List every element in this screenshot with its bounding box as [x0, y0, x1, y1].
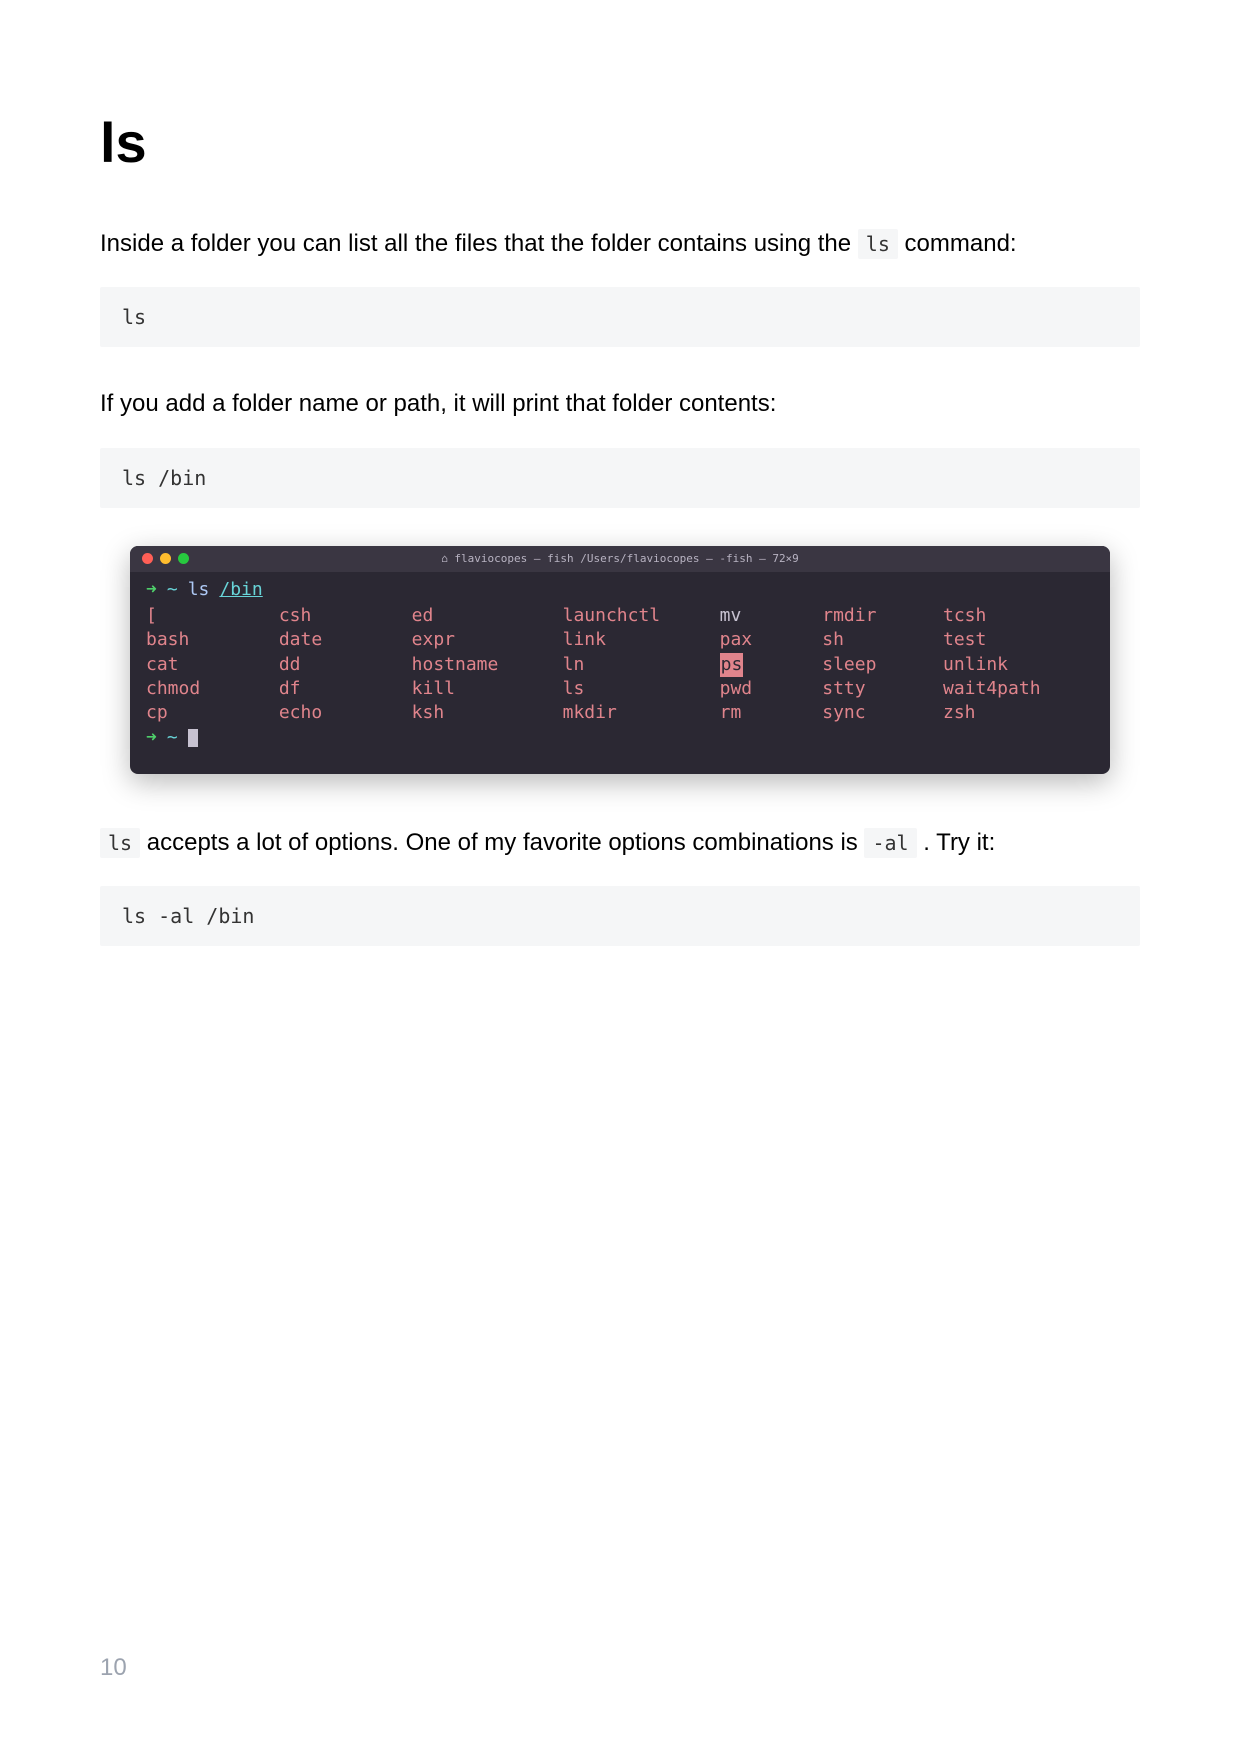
term-cell: ln: [563, 653, 714, 677]
para3-text-b: . Try it:: [923, 829, 995, 856]
term-cell: tcsh: [943, 604, 1094, 628]
term-cell: date: [279, 628, 406, 652]
code-block-1: ls: [100, 287, 1140, 347]
page-heading: ls: [100, 110, 1140, 175]
term-cell: link: [563, 628, 714, 652]
prompt-line-2: ➜ ~: [146, 726, 1094, 750]
paragraph-1: Inside a folder you can list all the fil…: [100, 225, 1140, 263]
term-cell: df: [279, 677, 406, 701]
prompt-tilde: ~: [167, 726, 178, 750]
term-cell: launchctl: [563, 604, 714, 628]
term-cell: sleep: [822, 653, 937, 677]
inline-code-al: -al: [864, 828, 916, 858]
terminal-screenshot: ⌂ flaviocopes — fish /Users/flaviocopes …: [100, 546, 1140, 774]
term-cell: sync: [822, 701, 937, 725]
term-cell: cat: [146, 653, 273, 677]
term-cell: unlink: [943, 653, 1094, 677]
code-block-3: ls -al /bin: [100, 886, 1140, 946]
term-cell: chmod: [146, 677, 273, 701]
page-number: 10: [100, 1654, 127, 1682]
code-block-2: ls /bin: [100, 448, 1140, 508]
terminal-titlebar: ⌂ flaviocopes — fish /Users/flaviocopes …: [130, 546, 1110, 572]
prompt-arg: /bin: [219, 578, 262, 602]
para1-text-a: Inside a folder you can list all the fil…: [100, 230, 858, 257]
prompt-tilde: ~: [167, 578, 178, 602]
para3-text-a: accepts a lot of options. One of my favo…: [147, 829, 865, 856]
term-cell: mkdir: [563, 701, 714, 725]
term-cell: wait4path: [943, 677, 1094, 701]
term-cell: ls: [563, 677, 714, 701]
term-cell: kill: [412, 677, 557, 701]
prompt-arrow-icon: ➜: [146, 578, 157, 602]
term-cell: csh: [279, 604, 406, 628]
term-cell: bash: [146, 628, 273, 652]
paragraph-2: If you add a folder name or path, it wil…: [100, 385, 1140, 423]
terminal-window: ⌂ flaviocopes — fish /Users/flaviocopes …: [130, 546, 1110, 774]
minimize-icon: [160, 553, 171, 564]
term-cell: ksh: [412, 701, 557, 725]
term-cell: [: [146, 604, 273, 628]
cursor-icon: [188, 729, 198, 747]
term-cell: mv: [720, 604, 817, 628]
window-controls: [142, 553, 189, 564]
term-cell: sh: [822, 628, 937, 652]
term-cell: ps: [720, 653, 817, 677]
terminal-output-grid: [ csh ed launchctl mv rmdir tcsh bash da…: [146, 604, 1094, 725]
term-cell: rmdir: [822, 604, 937, 628]
term-cell: pax: [720, 628, 817, 652]
inline-code-ls-1: ls: [858, 229, 898, 259]
term-cell: dd: [279, 653, 406, 677]
term-highlight: ps: [720, 653, 744, 677]
terminal-title: ⌂ flaviocopes — fish /Users/flaviocopes …: [441, 552, 799, 565]
term-cell: test: [943, 628, 1094, 652]
term-cell: hostname: [412, 653, 557, 677]
term-cell: stty: [822, 677, 937, 701]
term-cell: echo: [279, 701, 406, 725]
term-cell: expr: [412, 628, 557, 652]
term-cell: zsh: [943, 701, 1094, 725]
para1-text-b: command:: [905, 230, 1017, 257]
close-icon: [142, 553, 153, 564]
prompt-command: ls: [188, 578, 210, 602]
term-cell: pwd: [720, 677, 817, 701]
term-cell: cp: [146, 701, 273, 725]
term-cell: ed: [412, 604, 557, 628]
prompt-line-1: ➜ ~ ls /bin: [146, 578, 1094, 602]
inline-code-ls-2: ls: [100, 828, 140, 858]
terminal-body: ➜ ~ ls /bin [ csh ed launchctl mv rmdir …: [130, 572, 1110, 774]
term-cell: rm: [720, 701, 817, 725]
maximize-icon: [178, 553, 189, 564]
paragraph-3: ls accepts a lot of options. One of my f…: [100, 824, 1140, 862]
prompt-arrow-icon: ➜: [146, 726, 157, 750]
